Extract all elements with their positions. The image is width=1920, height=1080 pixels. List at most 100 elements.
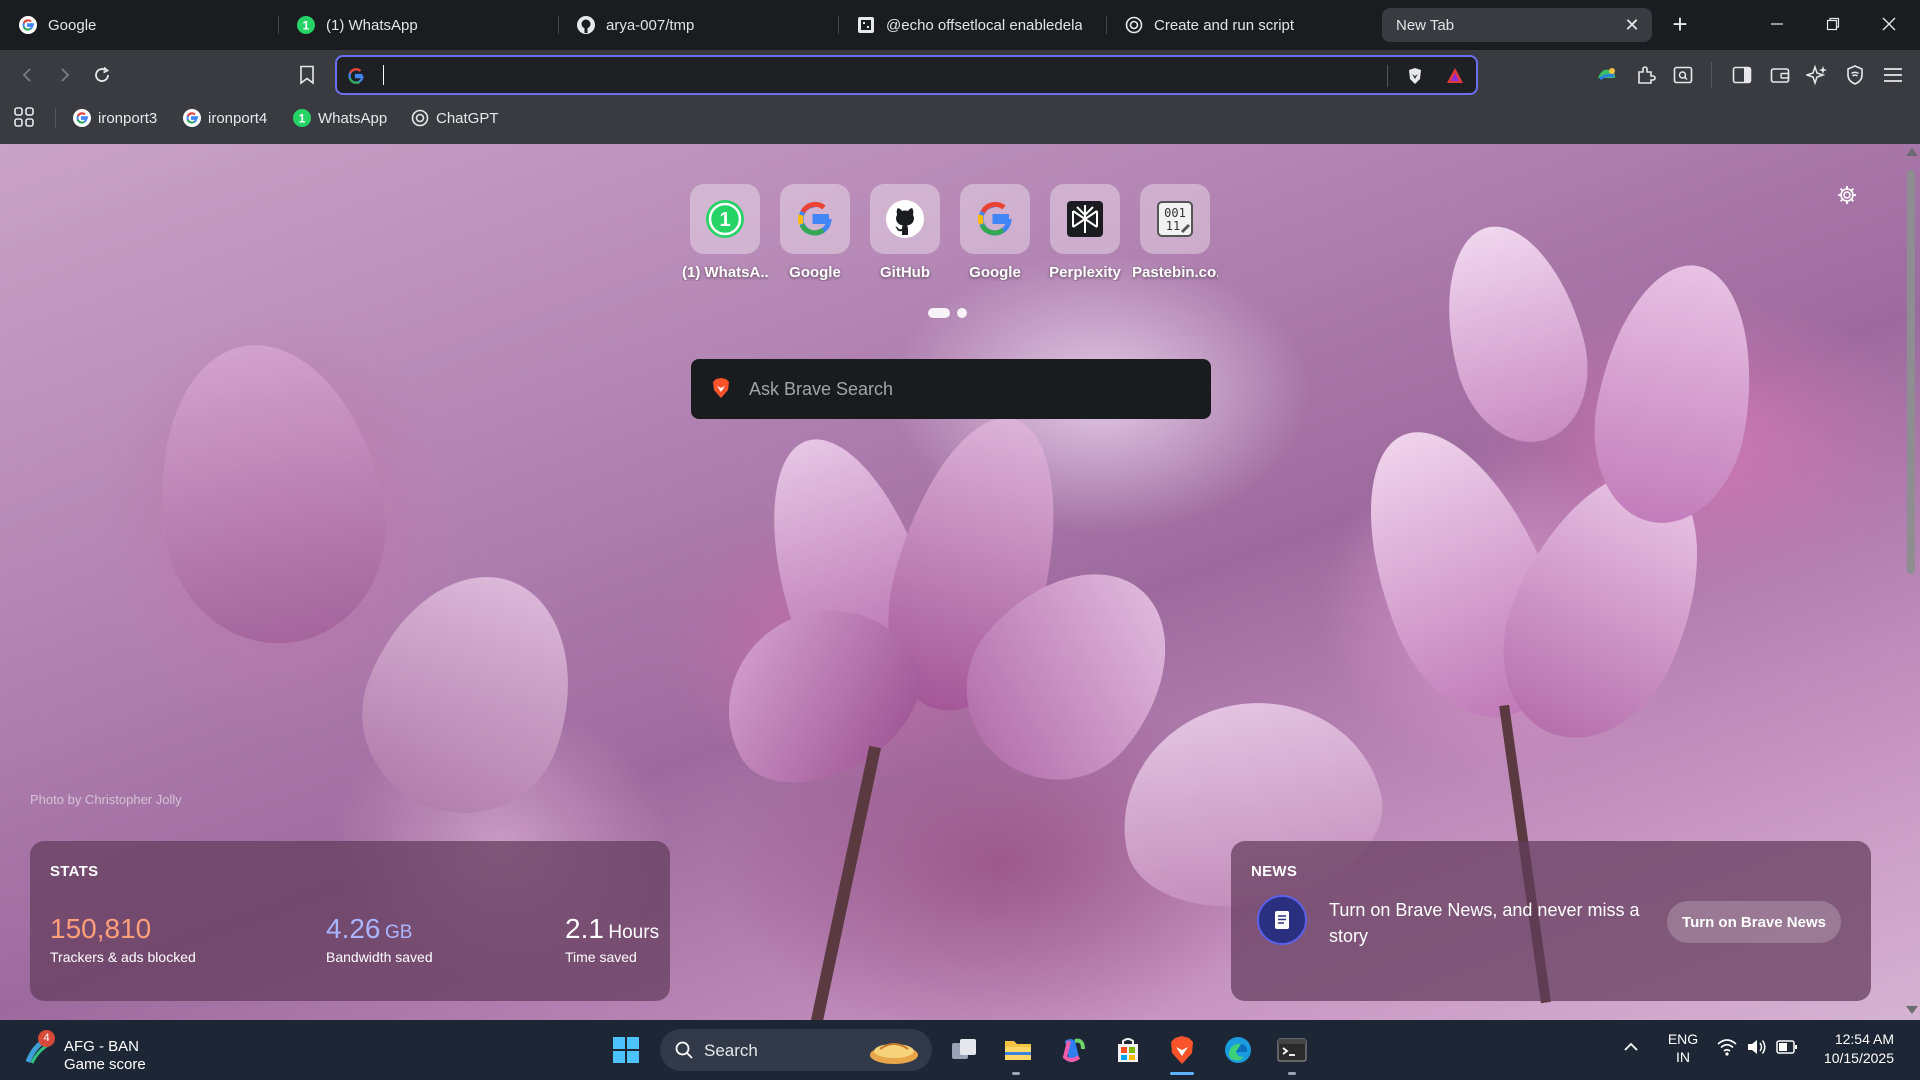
top-site-perplexity[interactable]: Perplexity bbox=[1042, 184, 1128, 281]
tab-label: Google bbox=[48, 16, 97, 34]
bookmark-chatgpt[interactable]: ChatGPT bbox=[410, 106, 499, 130]
stat-trackers: 150,810 Trackers & ads blocked bbox=[50, 913, 196, 965]
tab-strip: Google 1 (1) WhatsApp arya-007/tmp @echo… bbox=[0, 0, 1920, 50]
system-clock[interactable]: 12:54 AM 10/15/2025 bbox=[1810, 1030, 1894, 1068]
bandwidth-label: Bandwidth saved bbox=[326, 949, 433, 965]
microsoft-store-button[interactable] bbox=[1110, 1032, 1146, 1068]
active-indicator bbox=[1170, 1072, 1194, 1075]
top-sites-page-dot[interactable] bbox=[957, 308, 967, 318]
new-tab-button[interactable]: + bbox=[1665, 10, 1695, 40]
brave-taskbar-button[interactable] bbox=[1164, 1032, 1200, 1068]
file-explorer-button[interactable] bbox=[1000, 1032, 1036, 1068]
minimize-button[interactable] bbox=[1754, 8, 1800, 40]
svg-text:1: 1 bbox=[719, 209, 730, 231]
scroll-down-arrow-icon[interactable] bbox=[1906, 1006, 1918, 1014]
tab-chatgpt[interactable]: Create and run script bbox=[1112, 8, 1374, 42]
battery-icon[interactable] bbox=[1776, 1038, 1798, 1061]
top-site-label: Perplexity bbox=[1049, 264, 1121, 281]
clock-time: 12:54 AM bbox=[1834, 1031, 1894, 1047]
tab-github[interactable]: arya-007/tmp bbox=[564, 8, 834, 42]
address-input[interactable] bbox=[381, 61, 1381, 89]
close-tab-icon[interactable]: ✕ bbox=[1622, 15, 1642, 35]
bookmark-label: ironport4 bbox=[208, 109, 268, 127]
wallet-icon[interactable] bbox=[1767, 62, 1793, 88]
top-site-label: Google bbox=[789, 264, 841, 281]
terminal-button[interactable] bbox=[1274, 1032, 1310, 1068]
bandwidth-unit: GB bbox=[384, 922, 413, 943]
tab-google[interactable]: Google bbox=[6, 8, 270, 42]
search-highlight-icon bbox=[866, 1033, 922, 1072]
profile-extension-icon[interactable] bbox=[1594, 62, 1620, 88]
restore-button[interactable] bbox=[1810, 8, 1856, 40]
task-view-button[interactable] bbox=[946, 1032, 982, 1068]
perplexity-icon bbox=[1050, 184, 1120, 254]
bookmark-button[interactable] bbox=[292, 60, 322, 90]
bookmark-ironport4[interactable]: ironport4 bbox=[182, 106, 267, 130]
tab-pastebin[interactable]: @echo offsetlocal enabledelaye bbox=[844, 8, 1094, 42]
volume-icon[interactable] bbox=[1746, 1037, 1768, 1062]
page-scrollbar[interactable] bbox=[1902, 144, 1920, 1020]
show-hidden-icons-chevron-icon[interactable] bbox=[1622, 1038, 1640, 1061]
windows-taskbar: 4 AFG - BAN Game score Search ENG IN 12:… bbox=[0, 1020, 1920, 1080]
pastebin-icon: 001 11 bbox=[1140, 184, 1210, 254]
news-widget: NEWS Turn on Brave News, and never miss … bbox=[1231, 841, 1871, 1001]
google-icon bbox=[72, 108, 92, 128]
search-label: Search bbox=[704, 1041, 758, 1060]
top-site-whatsapp[interactable]: 1 (1) WhatsA... bbox=[682, 184, 768, 281]
reload-button[interactable] bbox=[87, 60, 117, 90]
wifi-icon[interactable] bbox=[1716, 1037, 1738, 1062]
copilot-button[interactable] bbox=[1054, 1032, 1090, 1068]
taskbar-search[interactable]: Search bbox=[660, 1029, 932, 1071]
svg-text:001: 001 bbox=[1164, 206, 1186, 220]
minimize-icon bbox=[1771, 23, 1783, 25]
photo-credit[interactable]: Photo by Christopher Jolly bbox=[30, 792, 182, 807]
lang-code: ENG bbox=[1667, 1031, 1699, 1047]
back-button[interactable] bbox=[13, 60, 43, 90]
bookmark-ironport3[interactable]: ironport3 bbox=[72, 106, 157, 130]
settings-gear-icon[interactable] bbox=[1836, 184, 1862, 210]
tab-label: Create and run script bbox=[1154, 16, 1295, 34]
brave-rewards-icon[interactable] bbox=[1445, 66, 1465, 91]
widgets-button[interactable]: 4 AFG - BAN Game score bbox=[24, 1030, 174, 1073]
chatgpt-icon bbox=[1124, 15, 1144, 35]
apps-grid-icon[interactable] bbox=[13, 106, 37, 130]
text-cursor bbox=[383, 65, 384, 85]
bookmarks-divider bbox=[55, 108, 56, 128]
time-label: Time saved bbox=[565, 949, 637, 965]
bookmark-whatsapp[interactable]: 1 WhatsApp bbox=[292, 106, 387, 130]
widget-subtitle: Game score bbox=[64, 1056, 146, 1073]
page-search-icon[interactable] bbox=[1670, 62, 1696, 88]
bookmark-label: WhatsApp bbox=[318, 109, 388, 127]
brave-search-box[interactable]: Ask Brave Search bbox=[691, 359, 1211, 419]
extensions-puzzle-icon[interactable] bbox=[1633, 62, 1659, 88]
stat-time: 2.1 Hours Time saved bbox=[565, 913, 659, 965]
tab-label: (1) WhatsApp bbox=[326, 16, 418, 34]
top-site-google-2[interactable]: Google bbox=[952, 184, 1038, 281]
menu-icon[interactable] bbox=[1880, 62, 1906, 88]
brave-shields-icon[interactable] bbox=[1405, 66, 1425, 91]
tab-new-tab[interactable]: New Tab ✕ bbox=[1382, 8, 1652, 42]
close-window-button[interactable] bbox=[1866, 8, 1912, 40]
scroll-thumb[interactable] bbox=[1907, 170, 1915, 574]
divider bbox=[1387, 65, 1388, 87]
forward-button[interactable] bbox=[49, 60, 79, 90]
sidebar-toggle-icon[interactable] bbox=[1729, 62, 1755, 88]
top-site-pastebin[interactable]: 00111 Pastebin.co... bbox=[1132, 184, 1218, 281]
svg-text:11: 11 bbox=[1166, 219, 1180, 233]
start-button[interactable] bbox=[608, 1032, 644, 1068]
edge-button[interactable] bbox=[1220, 1032, 1256, 1068]
running-indicator bbox=[1012, 1072, 1020, 1075]
address-bar[interactable] bbox=[335, 55, 1478, 95]
top-sites-page-dot-active[interactable] bbox=[928, 308, 950, 318]
bookmark-label: ChatGPT bbox=[436, 109, 499, 127]
scroll-up-arrow-icon[interactable] bbox=[1906, 148, 1918, 156]
trackers-label: Trackers & ads blocked bbox=[50, 949, 196, 965]
tab-whatsapp[interactable]: 1 (1) WhatsApp bbox=[284, 8, 554, 42]
input-language[interactable]: ENG IN bbox=[1666, 1030, 1700, 1066]
vpn-shield-icon[interactable] bbox=[1842, 62, 1868, 88]
top-site-google[interactable]: Google bbox=[772, 184, 858, 281]
leo-ai-icon[interactable] bbox=[1804, 62, 1830, 88]
top-site-github[interactable]: GitHub bbox=[862, 184, 948, 281]
turn-on-brave-news-button[interactable]: Turn on Brave News bbox=[1667, 901, 1841, 943]
top-site-label: Pastebin.co... bbox=[1132, 264, 1218, 281]
